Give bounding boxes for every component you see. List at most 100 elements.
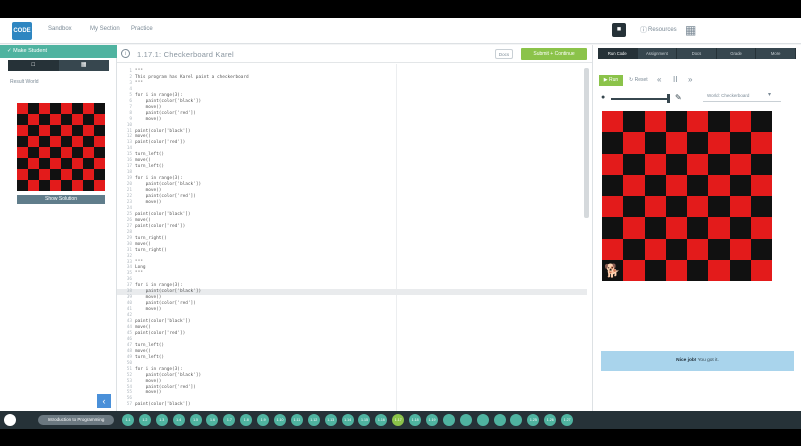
exercise-dot[interactable]: 1.2	[138, 414, 151, 426]
make-student-button[interactable]: ✓ Make Student	[0, 45, 117, 58]
board-square	[94, 125, 105, 136]
exercise-dot[interactable]: 1.8	[240, 414, 253, 426]
codehs-logo[interactable]: CODE	[12, 22, 32, 40]
step-back-icon[interactable]: «	[657, 75, 661, 84]
exercise-dot[interactable]: 1.27	[561, 414, 574, 426]
calendar-icon[interactable]: ▦	[685, 23, 696, 37]
code-text: turn_left()	[135, 164, 165, 170]
board-square	[50, 169, 61, 180]
board-square	[602, 153, 624, 175]
tab-world[interactable]: □	[8, 60, 59, 71]
submit-continue-button[interactable]: Submit + Continue	[521, 48, 587, 60]
tab-grade[interactable]: Grade	[716, 48, 757, 59]
exercise-dot[interactable]: 1.12	[307, 414, 320, 426]
exercise-dot[interactable]: 1.13	[324, 414, 337, 426]
exercise-dot[interactable]: 1.11	[290, 414, 303, 426]
editor-scrollbar[interactable]	[584, 68, 589, 218]
info-icon[interactable]: i	[121, 49, 130, 58]
exercise-dot[interactable]: 1.26	[544, 414, 557, 426]
tab-docs[interactable]: Docs	[677, 48, 717, 59]
board-square	[28, 125, 39, 136]
make-student-label: Make Student	[13, 48, 48, 54]
exercise-dot[interactable]: 1.16	[375, 414, 388, 426]
status-strong: Nice job!	[676, 358, 697, 363]
code-text: move()	[135, 199, 162, 205]
exercise-dot[interactable]: 1.5	[189, 414, 202, 426]
tab-grid[interactable]: ▦	[58, 60, 109, 71]
exercise-dot[interactable]: 1.9	[257, 414, 270, 426]
run-top-button[interactable]: ■	[612, 23, 626, 37]
board-square	[623, 174, 645, 196]
exercise-dot[interactable]: 1.10	[274, 414, 287, 426]
board-square	[729, 259, 751, 281]
top-bar: CODE Sandbox My Section Practice ■ ⓘ Res…	[0, 18, 801, 44]
code-text: """	[135, 271, 143, 277]
exercise-dot[interactable]	[459, 414, 472, 426]
code-text: """	[135, 80, 143, 86]
exercise-dot[interactable]: 1.14	[341, 414, 354, 426]
board-square	[665, 196, 687, 218]
board-square	[687, 132, 709, 154]
board-square	[708, 217, 730, 239]
board-square	[72, 114, 83, 125]
pause-icon[interactable]: II	[673, 75, 677, 84]
board-square	[28, 103, 39, 114]
exercise-dot[interactable]: 1.25	[527, 414, 540, 426]
tab-run-code[interactable]: Run Code	[598, 48, 638, 59]
board-square	[50, 114, 61, 125]
code-area[interactable]: 1 """ 2 This program has Karel paint a chec…	[117, 64, 592, 411]
board-square	[644, 259, 666, 281]
speed-slider[interactable]	[611, 98, 669, 100]
exercise-dot[interactable]: 1.6	[206, 414, 219, 426]
board-square	[50, 125, 61, 136]
resources-link[interactable]: Resources	[648, 27, 677, 33]
docs-button[interactable]: Docs	[495, 49, 513, 59]
step-forward-icon[interactable]: »	[688, 75, 692, 84]
board-square	[708, 196, 730, 218]
board-square	[61, 103, 72, 114]
tab-more[interactable]: More	[756, 48, 796, 59]
speed-slider-handle[interactable]	[667, 94, 670, 103]
exercise-dot[interactable]: 1.19	[426, 414, 439, 426]
exercise-dot[interactable]	[510, 414, 523, 426]
board-square	[729, 111, 751, 133]
exercise-dot[interactable]: 1.1	[122, 414, 134, 426]
board-square	[17, 180, 28, 191]
board-square	[39, 180, 50, 191]
course-title-button[interactable]: Introduction to Programming	[38, 415, 114, 425]
code-text: move()	[135, 390, 162, 396]
exercise-dot[interactable]: 1.15	[358, 414, 371, 426]
board-square	[39, 158, 50, 169]
chevron-down-icon[interactable]: ▾	[768, 91, 771, 98]
board-square	[644, 174, 666, 196]
settings-icon[interactable]	[4, 414, 16, 426]
nav-sandbox[interactable]: Sandbox	[48, 26, 72, 32]
tab-assignment[interactable]: Assignment	[637, 48, 678, 59]
exercise-dot[interactable]: 1.4	[172, 414, 185, 426]
nav-my-section[interactable]: My Section	[90, 26, 120, 32]
reset-button[interactable]: ↻ Reset	[629, 77, 648, 83]
run-button[interactable]: ▶ Run	[599, 75, 623, 86]
help-icon[interactable]: ⓘ	[640, 25, 647, 35]
exercise-dot[interactable]	[476, 414, 489, 426]
exercise-dot[interactable]	[493, 414, 506, 426]
board-square	[17, 114, 28, 125]
karel-world-board	[602, 111, 772, 281]
board-square	[28, 147, 39, 158]
exercise-dot[interactable]	[442, 414, 455, 426]
code-line[interactable]: 57 paint(color['black'])	[117, 402, 587, 408]
board-square	[750, 217, 772, 239]
exercise-dot[interactable]: 1.18	[409, 414, 422, 426]
exercise-dot[interactable]: 1.17	[392, 414, 405, 426]
slow-speed-icon: ●	[601, 94, 606, 101]
code-text: turn_right()	[135, 247, 167, 253]
exercise-dot[interactable]: 1.7	[223, 414, 236, 426]
nav-practice[interactable]: Practice	[131, 26, 153, 32]
show-solution-button[interactable]: Show Solution	[17, 195, 105, 204]
collapse-panel-button[interactable]: ‹	[97, 394, 111, 408]
board-square	[665, 238, 687, 260]
board-square	[687, 196, 709, 218]
exercise-dots: 1.1 1.2 1.3 1.4 1.5 1.6 1.7 1.8 1.9 1.10 1.11 1.12 1…	[122, 414, 574, 426]
board-square	[39, 147, 50, 158]
exercise-dot[interactable]: 1.3	[155, 414, 168, 426]
